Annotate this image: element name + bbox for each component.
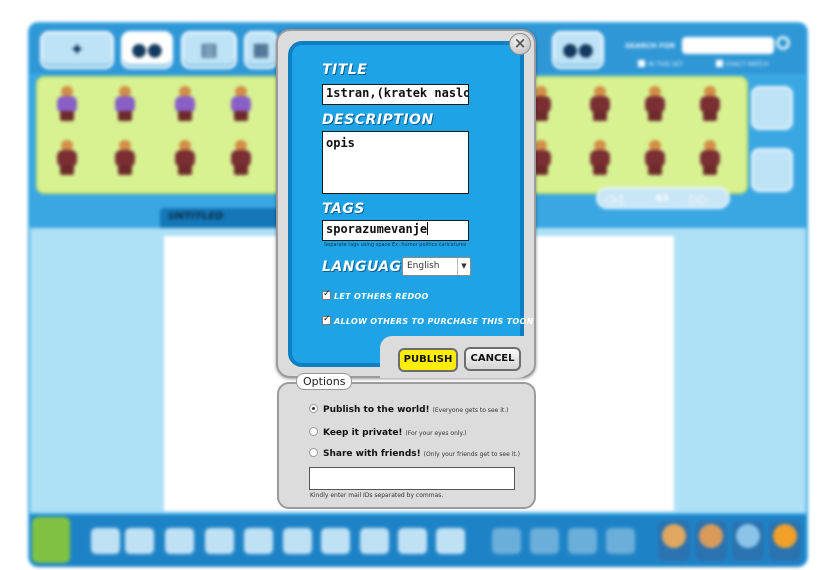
characters-icon: ●● xyxy=(562,39,594,61)
publish-world-radio[interactable]: Publish to the world! (Everyone gets to … xyxy=(309,404,509,415)
pager: ◁◁ 63 ▷▷ xyxy=(596,187,730,209)
allow-purchase-label: ALLOW OTHERS TO PURCHASE THIS TOON xyxy=(334,317,534,326)
character-thumb[interactable] xyxy=(640,140,668,176)
character-thumb[interactable] xyxy=(170,86,198,122)
to-front-tool[interactable] xyxy=(360,528,389,554)
character-thumb[interactable] xyxy=(110,140,138,176)
let-others-redoo-label: LET OTHERS REDOO xyxy=(334,292,429,301)
character-thumb[interactable] xyxy=(226,140,254,176)
page-number: 63 xyxy=(656,194,669,204)
language-label: LANGUAGE xyxy=(322,259,412,275)
backdrops-button[interactable] xyxy=(658,521,690,561)
delete-tool[interactable] xyxy=(436,528,465,554)
tags-label: TAGS xyxy=(322,201,365,217)
tags-value: sporazumevanje xyxy=(326,222,428,236)
rotate-left-tool[interactable] xyxy=(283,528,312,554)
radio-icon xyxy=(309,448,318,457)
in-this-set-checkbox[interactable]: IN THIS SET xyxy=(638,60,683,68)
close-button[interactable]: × xyxy=(509,33,531,55)
clone-tool[interactable] xyxy=(205,528,234,554)
app-root: ✦ ●● ▤ ▦ ●● SEARCH FOR IN THIS SET EXACT… xyxy=(0,0,825,570)
add-button[interactable] xyxy=(751,86,793,130)
search-label: SEARCH FOR xyxy=(625,42,676,50)
flip-tool[interactable] xyxy=(244,528,273,554)
cancel-button[interactable]: CANCEL xyxy=(464,347,521,371)
edit-button[interactable] xyxy=(751,148,793,192)
share-friends-radio[interactable]: Share with friends! (Only your friends g… xyxy=(309,448,520,459)
tab-characters[interactable]: ●● xyxy=(552,31,604,69)
character-thumb[interactable] xyxy=(52,140,80,176)
checkbox-checked-icon xyxy=(322,314,331,325)
description-textarea[interactable]: opis xyxy=(322,131,469,194)
share-friends-label: Share with friends! xyxy=(323,449,421,459)
prev-page-icon[interactable]: ◁◁ xyxy=(604,192,622,206)
tags-hint: Separate tags using space Ex: humor poli… xyxy=(324,242,467,248)
character-thumb[interactable] xyxy=(52,86,80,122)
emails-hint: Kindly enter mail IDs separated by comma… xyxy=(310,492,444,499)
publish-button[interactable]: PUBLISH xyxy=(398,348,458,372)
tags-input[interactable]: sporazumevanje xyxy=(322,220,469,241)
friend-emails-input[interactable] xyxy=(309,467,515,490)
language-select[interactable]: English ▼ xyxy=(402,257,471,276)
character-thumb[interactable] xyxy=(585,86,613,122)
shadow-tool[interactable] xyxy=(125,528,154,554)
search-icon[interactable] xyxy=(776,36,790,50)
title-input[interactable]: 1stran,(kratek naslov xyxy=(322,84,469,105)
search-input[interactable] xyxy=(682,37,774,54)
options-title: Options xyxy=(296,373,353,390)
character-thumb[interactable] xyxy=(170,140,198,176)
publish-world-note: (Everyone gets to see it.) xyxy=(432,407,509,414)
radio-selected-icon xyxy=(309,404,318,413)
people-icon: ●● xyxy=(131,39,163,61)
character-thumb[interactable] xyxy=(110,86,138,122)
text-caret xyxy=(427,222,429,235)
character-thumb[interactable] xyxy=(695,86,723,122)
description-label: DESCRIPTION xyxy=(322,112,434,128)
props-button[interactable] xyxy=(769,521,801,561)
publish-world-label: Publish to the world! xyxy=(323,405,430,415)
tab-people[interactable]: ●● xyxy=(121,31,173,69)
tab-scenes[interactable]: ▤ xyxy=(181,31,237,69)
character-thumb[interactable] xyxy=(226,86,254,122)
posture-tool[interactable] xyxy=(568,528,597,554)
checkbox-checked-icon xyxy=(322,289,331,300)
scenes-button[interactable] xyxy=(732,521,764,561)
allow-purchase-checkbox[interactable]: ALLOW OTHERS TO PURCHASE THIS TOON xyxy=(322,314,534,326)
props-icon: ▦ xyxy=(252,39,270,61)
character-thumb[interactable] xyxy=(695,140,723,176)
next-page-icon[interactable]: ▷▷ xyxy=(690,192,708,206)
exact-match-checkbox[interactable]: EXACT MATCH xyxy=(716,60,769,68)
share-friends-note: (Only your friends get to see it.) xyxy=(423,451,520,458)
title-label: TITLE xyxy=(322,62,368,78)
radio-icon xyxy=(309,427,318,436)
rotate-right-tool[interactable] xyxy=(321,528,350,554)
canvas-title: UNTITLED xyxy=(168,211,224,222)
keep-private-note: (For your eyes only.) xyxy=(405,430,467,437)
character-thumb[interactable] xyxy=(585,140,613,176)
let-others-redoo-checkbox[interactable]: LET OTHERS REDOO xyxy=(322,289,429,301)
language-value: English xyxy=(407,261,440,271)
keep-private-radio[interactable]: Keep it private! (For your eyes only.) xyxy=(309,427,467,438)
emotion-tool[interactable] xyxy=(530,528,559,554)
balance-tool[interactable] xyxy=(165,528,194,554)
tab-props[interactable]: ▦ xyxy=(244,31,278,69)
keep-private-label: Keep it private! xyxy=(323,428,403,438)
start-here-button[interactable]: ✦ xyxy=(40,31,114,69)
color-tool[interactable] xyxy=(606,528,635,554)
lock-tool[interactable] xyxy=(91,528,120,554)
to-back-tool[interactable] xyxy=(398,528,427,554)
tools-button[interactable] xyxy=(32,517,70,563)
start-here-icon: ✦ xyxy=(69,39,85,61)
chevron-down-icon: ▼ xyxy=(457,258,470,275)
people-button[interactable] xyxy=(695,521,727,561)
scenes-icon: ▤ xyxy=(200,39,218,61)
face-tool[interactable] xyxy=(492,528,521,554)
character-thumb[interactable] xyxy=(640,86,668,122)
